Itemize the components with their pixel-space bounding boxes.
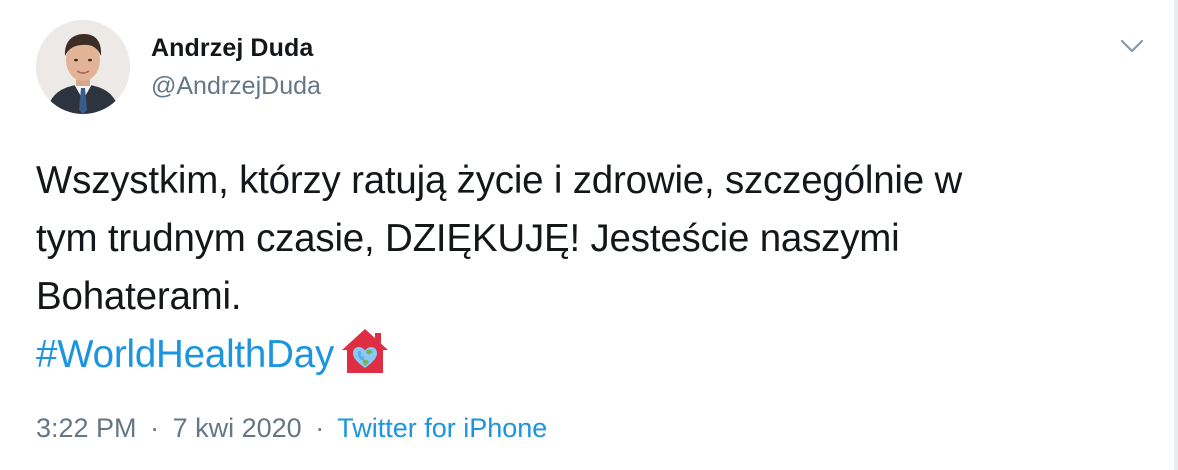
author-display-name[interactable]: Andrzej Duda bbox=[151, 33, 321, 63]
tweet-date[interactable]: 7 kwi 2020 bbox=[173, 413, 302, 443]
avatar-photo bbox=[36, 20, 130, 114]
tweet-time[interactable]: 3:22 PM bbox=[36, 413, 137, 443]
tweet-text-line: Bohaterami. bbox=[36, 275, 242, 318]
tweet-card: Andrzej Duda @AndrzejDuda Wszystkim, któ… bbox=[0, 0, 1178, 470]
tweet-text: Wszystkim, którzy ratują życie i zdrowie… bbox=[36, 152, 1096, 384]
hashtag-line: #WorldHealthDay bbox=[36, 326, 1096, 384]
tweet-source-link[interactable]: Twitter for iPhone bbox=[337, 413, 547, 443]
house-with-globe-heart-icon bbox=[340, 327, 390, 375]
tweet-text-line: tym trudnym czasie, DZIĘKUJĘ! Jesteście … bbox=[36, 217, 900, 260]
author-info: Andrzej Duda @AndrzejDuda bbox=[151, 33, 321, 101]
avatar[interactable] bbox=[36, 20, 130, 114]
author-handle[interactable]: @AndrzejDuda bbox=[151, 71, 321, 101]
meta-separator: · bbox=[150, 413, 160, 443]
chevron-down-icon[interactable] bbox=[1118, 32, 1146, 60]
tweet-meta: 3:22 PM · 7 kwi 2020 · Twitter for iPhon… bbox=[36, 410, 547, 446]
meta-separator: · bbox=[315, 413, 325, 443]
tweet-text-line: Wszystkim, którzy ratują życie i zdrowie… bbox=[36, 159, 963, 202]
hashtag-link[interactable]: #WorldHealthDay bbox=[36, 333, 334, 376]
